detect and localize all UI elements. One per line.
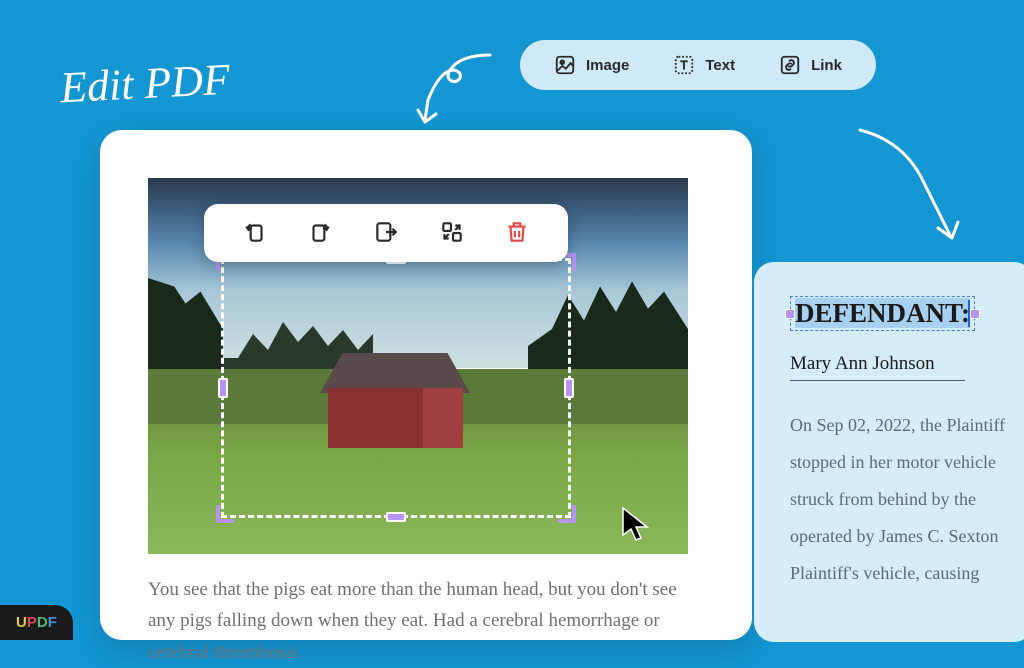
- extract-button[interactable]: [367, 213, 405, 254]
- replace-button[interactable]: [433, 213, 471, 254]
- resize-handle[interactable]: [970, 309, 980, 319]
- page-title: Edit PDF: [59, 54, 231, 114]
- resize-handle[interactable]: [564, 378, 574, 398]
- image-icon: [554, 54, 576, 76]
- defendant-name[interactable]: Mary Ann Johnson: [790, 353, 965, 381]
- delete-button[interactable]: [498, 213, 536, 254]
- edit-toolbar: Image Text Link: [520, 40, 876, 90]
- extract-icon: [373, 219, 399, 245]
- replace-icon: [439, 219, 465, 245]
- resize-handle[interactable]: [216, 505, 234, 523]
- link-tool-button[interactable]: Link: [779, 54, 842, 76]
- text-caret: [968, 300, 971, 327]
- arrow-decoration: [840, 120, 980, 260]
- defendant-label: DEFENDANT:: [795, 298, 970, 328]
- panel-body-text[interactable]: On Sep 02, 2022, the Plaintiff stopped i…: [790, 407, 1024, 591]
- resize-handle[interactable]: [218, 378, 228, 398]
- rotate-left-button[interactable]: [236, 213, 274, 254]
- cursor-pointer-icon: [620, 505, 654, 545]
- resize-handle[interactable]: [558, 505, 576, 523]
- rotate-left-icon: [242, 219, 268, 245]
- resize-handle[interactable]: [785, 309, 795, 319]
- image-tool-label: Image: [586, 57, 629, 74]
- text-tool-label: Text: [705, 57, 735, 74]
- resize-handle[interactable]: [386, 512, 406, 522]
- embedded-image[interactable]: [148, 178, 688, 554]
- link-icon: [779, 54, 801, 76]
- image-context-toolbar: [204, 204, 568, 262]
- text-tool-button[interactable]: Text: [673, 54, 735, 76]
- brand-logo: UPDF: [0, 605, 73, 640]
- text-icon: [673, 54, 695, 76]
- document-page: You see that the pigs eat more than the …: [100, 130, 752, 640]
- rotate-right-button[interactable]: [301, 213, 339, 254]
- image-tool-button[interactable]: Image: [554, 54, 629, 76]
- crop-selection[interactable]: [221, 258, 571, 518]
- trash-icon: [504, 219, 530, 245]
- selected-text-box[interactable]: DEFENDANT:: [790, 296, 975, 331]
- arrow-decoration: [400, 40, 520, 140]
- rotate-right-icon: [307, 219, 333, 245]
- link-tool-label: Link: [811, 57, 842, 74]
- text-edit-panel: DEFENDANT: Mary Ann Johnson On Sep 02, 2…: [754, 262, 1024, 642]
- document-body-text[interactable]: You see that the pigs eat more than the …: [148, 574, 704, 668]
